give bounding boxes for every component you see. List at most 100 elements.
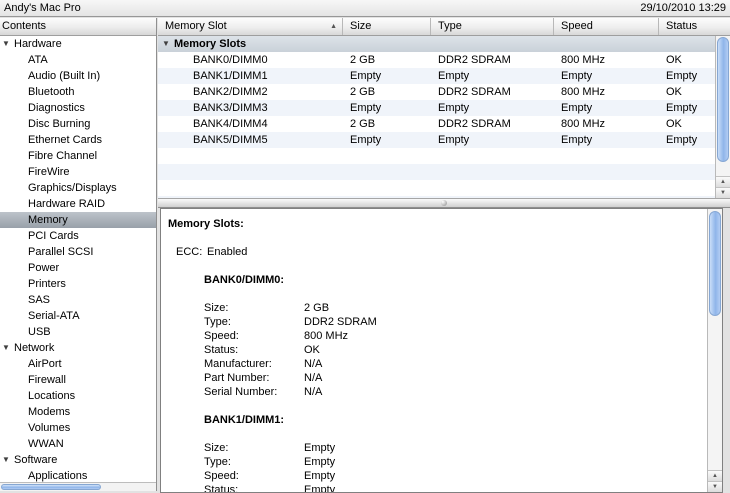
sidebar-item-ethernet-cards[interactable]: Ethernet Cards xyxy=(0,132,156,148)
scroll-up-icon[interactable]: ▲ xyxy=(716,176,730,187)
detail-field: Serial Number:N/A xyxy=(161,385,707,399)
detail-text: Memory Slots: ECC:Enabled BANK0/DIMM0: S… xyxy=(161,209,707,492)
scroll-down-icon[interactable]: ▼ xyxy=(708,481,722,492)
sidebar-item-airport[interactable]: AirPort xyxy=(0,356,156,372)
field-label: Type: xyxy=(204,455,304,469)
sidebar-item-bluetooth[interactable]: Bluetooth xyxy=(0,84,156,100)
sidebar-item-printers[interactable]: Printers xyxy=(0,276,156,292)
sidebar-item-parallel-scsi[interactable]: Parallel SCSI xyxy=(0,244,156,260)
sidebar-item-ata[interactable]: ATA xyxy=(0,52,156,68)
table-row[interactable]: BANK1/DIMM1 Empty Empty Empty Empty xyxy=(158,68,715,84)
sidebar-item-label: Hardware RAID xyxy=(28,198,105,210)
sidebar-item-audio-built-in[interactable]: Audio (Built In) xyxy=(0,68,156,84)
sidebar-item-volumes[interactable]: Volumes xyxy=(0,420,156,436)
bank-heading: BANK0/DIMM0: xyxy=(161,273,707,287)
sidebar-section-software[interactable]: ▼ Software xyxy=(0,452,156,468)
window-datetime: 29/10/2010 13:29 xyxy=(640,0,726,17)
sidebar-item-hardware-raid[interactable]: Hardware RAID xyxy=(0,196,156,212)
table-body: ▼ Memory Slots BANK0/DIMM0 2 GB DDR2 SDR… xyxy=(158,36,715,198)
disclosure-triangle-icon[interactable]: ▼ xyxy=(2,36,13,52)
sidebar-horizontal-scrollbar[interactable] xyxy=(0,482,156,491)
detail-field: Type:Empty xyxy=(161,455,707,469)
scroll-down-icon[interactable]: ▼ xyxy=(716,187,730,198)
sidebar-section-hardware[interactable]: ▼ Hardware xyxy=(0,36,156,52)
sidebar-item-memory[interactable]: Memory xyxy=(0,212,156,228)
window-title: Andy's Mac Pro xyxy=(4,0,81,17)
sidebar-item-firewall[interactable]: Firewall xyxy=(0,372,156,388)
column-header-type[interactable]: Type xyxy=(431,18,554,35)
cell-memory-slot: BANK3/DIMM3 xyxy=(158,100,343,116)
sidebar-scrollbar-thumb[interactable] xyxy=(1,484,101,490)
table-scrollbar[interactable]: ▲ ▼ xyxy=(715,36,730,198)
cell-memory-slot: BANK1/DIMM1 xyxy=(158,68,343,84)
column-header-size[interactable]: Size xyxy=(343,18,431,35)
sidebar-item-usb[interactable]: USB xyxy=(0,324,156,340)
field-label: Serial Number: xyxy=(204,385,304,399)
sidebar-item-power[interactable]: Power xyxy=(0,260,156,276)
memory-slot-table: Memory Slot ▲ Size Type Speed Status ▼ M… xyxy=(158,18,730,198)
field-label: Part Number: xyxy=(204,371,304,385)
sidebar-item-serial-ata[interactable]: Serial-ATA xyxy=(0,308,156,324)
disclosure-triangle-icon[interactable]: ▼ xyxy=(2,340,13,356)
sidebar-item-pci-cards[interactable]: PCI Cards xyxy=(0,228,156,244)
cell-speed: Empty xyxy=(554,132,659,148)
sidebar-item-label: ATA xyxy=(28,54,48,66)
cell-size: 2 GB xyxy=(343,116,431,132)
sidebar-item-modems[interactable]: Modems xyxy=(0,404,156,420)
splitter[interactable] xyxy=(158,198,730,208)
cell-speed: 800 MHz xyxy=(554,52,659,68)
table-row[interactable]: BANK4/DIMM4 2 GB DDR2 SDRAM 800 MHz OK xyxy=(158,116,715,132)
field-value: Empty xyxy=(304,470,335,482)
cell-memory-slot: BANK5/DIMM5 xyxy=(158,132,343,148)
disclosure-triangle-icon[interactable]: ▼ xyxy=(162,36,170,52)
cell-size: Empty xyxy=(343,100,431,116)
sidebar-item-label: Locations xyxy=(28,390,75,402)
sidebar-item-diagnostics[interactable]: Diagnostics xyxy=(0,100,156,116)
sidebar-item-label: Audio (Built In) xyxy=(28,70,100,82)
detail-scrollbar[interactable]: ▲ ▼ xyxy=(707,209,722,492)
sidebar-header: Contents xyxy=(0,18,156,36)
sidebar-item-label: Firewall xyxy=(28,374,66,386)
group-row-memory-slots[interactable]: ▼ Memory Slots xyxy=(158,36,715,52)
detail-field: Size:Empty xyxy=(161,441,707,455)
sidebar-item-locations[interactable]: Locations xyxy=(0,388,156,404)
sidebar-item-label: WWAN xyxy=(28,438,64,450)
column-header-label: Type xyxy=(438,20,462,32)
splitter-dimple-icon xyxy=(441,200,447,206)
table-row[interactable]: BANK2/DIMM2 2 GB DDR2 SDRAM 800 MHz OK xyxy=(158,84,715,100)
detail-field: Status:OK xyxy=(161,343,707,357)
column-header-memory-slot[interactable]: Memory Slot ▲ xyxy=(158,18,343,35)
cell-status: Empty xyxy=(659,68,715,84)
detail-field: Part Number:N/A xyxy=(161,371,707,385)
column-header-status[interactable]: Status xyxy=(659,18,730,35)
disclosure-triangle-icon[interactable]: ▼ xyxy=(2,452,13,468)
sidebar-item-sas[interactable]: SAS xyxy=(0,292,156,308)
sidebar-item-graphics-displays[interactable]: Graphics/Displays xyxy=(0,180,156,196)
sidebar-item-label: Hardware xyxy=(14,38,62,50)
cell-size: 2 GB xyxy=(343,52,431,68)
field-value: 2 GB xyxy=(304,302,329,314)
sidebar-item-fibre-channel[interactable]: Fibre Channel xyxy=(0,148,156,164)
ecc-label: ECC: xyxy=(176,245,207,259)
table-scrollbar-thumb[interactable] xyxy=(717,37,729,162)
table-header: Memory Slot ▲ Size Type Speed Status xyxy=(158,18,730,36)
sidebar-item-firewire[interactable]: FireWire xyxy=(0,164,156,180)
contents-tree: ▼ Hardware ATA Audio (Built In) Bluetoot… xyxy=(0,36,156,491)
sidebar-item-disc-burning[interactable]: Disc Burning xyxy=(0,116,156,132)
detail-scrollbar-thumb[interactable] xyxy=(709,211,721,316)
cell-type: DDR2 SDRAM xyxy=(431,52,554,68)
main-panel: Memory Slot ▲ Size Type Speed Status ▼ M… xyxy=(158,18,730,491)
scrollbar-arrows: ▲ ▼ xyxy=(716,176,730,198)
sidebar-item-label: Power xyxy=(28,262,59,274)
cell-memory-slot: BANK0/DIMM0 xyxy=(158,52,343,68)
window-titlebar: Andy's Mac Pro 29/10/2010 13:29 xyxy=(0,0,730,17)
cell-type: DDR2 SDRAM xyxy=(431,84,554,100)
column-header-speed[interactable]: Speed xyxy=(554,18,659,35)
sidebar-section-network[interactable]: ▼ Network xyxy=(0,340,156,356)
table-row[interactable]: BANK0/DIMM0 2 GB DDR2 SDRAM 800 MHz OK xyxy=(158,52,715,68)
sidebar-item-wwan[interactable]: WWAN xyxy=(0,436,156,452)
table-row[interactable]: BANK5/DIMM5 Empty Empty Empty Empty xyxy=(158,132,715,148)
sidebar-item-label: Software xyxy=(14,454,57,466)
scroll-up-icon[interactable]: ▲ xyxy=(708,470,722,481)
table-row[interactable]: BANK3/DIMM3 Empty Empty Empty Empty xyxy=(158,100,715,116)
